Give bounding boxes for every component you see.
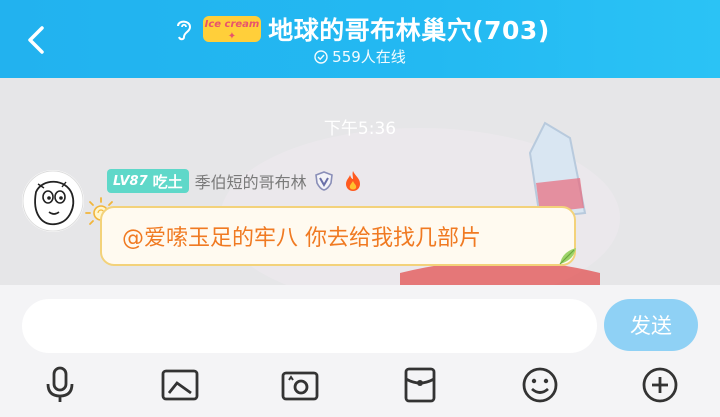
microphone-icon	[46, 366, 74, 402]
emoji-button[interactable]	[520, 365, 560, 405]
clan-tag: 吃土	[152, 172, 183, 191]
image-icon	[161, 369, 199, 401]
fire-icon	[345, 171, 360, 191]
check-circle-icon	[314, 49, 328, 64]
camera-icon	[281, 371, 319, 401]
send-button[interactable]: 发送	[604, 299, 698, 351]
level-badge: LV87 吃土	[107, 169, 189, 193]
svg-text:✦: ✦	[228, 31, 236, 42]
avatar[interactable]	[22, 170, 84, 232]
shield-v-icon	[314, 171, 333, 191]
message-input[interactable]	[22, 299, 597, 353]
emoji-icon	[522, 367, 558, 403]
ear-icon[interactable]	[170, 16, 196, 42]
image-button[interactable]	[160, 365, 200, 405]
online-status[interactable]: 559人在线	[0, 46, 720, 67]
ice-cream-badge-icon: Ice cream ✦	[203, 16, 262, 42]
camera-button[interactable]	[280, 365, 320, 405]
group-title: 地球的哥布林巢穴(703)	[268, 16, 550, 45]
input-bar: 发送	[0, 285, 720, 417]
message-text: @爱嗦玉足的牢八 你去给我找几部片	[122, 226, 481, 251]
title-row: Ice cream ✦ 地球的哥布林巢穴(703)	[0, 11, 720, 47]
leaf-decoration-icon	[559, 248, 576, 265]
meme-face-avatar-icon	[22, 170, 84, 232]
voice-button[interactable]	[40, 365, 80, 405]
svg-text:Ice cream: Ice cream	[205, 19, 260, 30]
sender-nickname[interactable]: 季伯短的哥布林	[195, 169, 307, 193]
chat-header: Ice cream ✦ 地球的哥布林巢穴(703) 559人在线	[0, 0, 720, 78]
more-button[interactable]	[640, 365, 680, 405]
message-timestamp: 下午5:36	[323, 119, 397, 139]
message-bubble[interactable]: @爱嗦玉足的牢八 你去给我找几部片	[100, 206, 576, 266]
level-text: LV87	[113, 173, 148, 189]
online-count: 559人在线	[332, 48, 406, 66]
sender-info: LV87 吃土 季伯短的哥布林	[107, 169, 365, 193]
red-packet-icon	[404, 367, 436, 403]
chat-area[interactable]: 下午5:36 LV87 吃土 季伯短的哥布林 @爱嗦玉足的牢八 你去给我找几部片	[0, 78, 720, 285]
plus-circle-icon	[642, 367, 678, 403]
red-packet-button[interactable]	[400, 365, 440, 405]
